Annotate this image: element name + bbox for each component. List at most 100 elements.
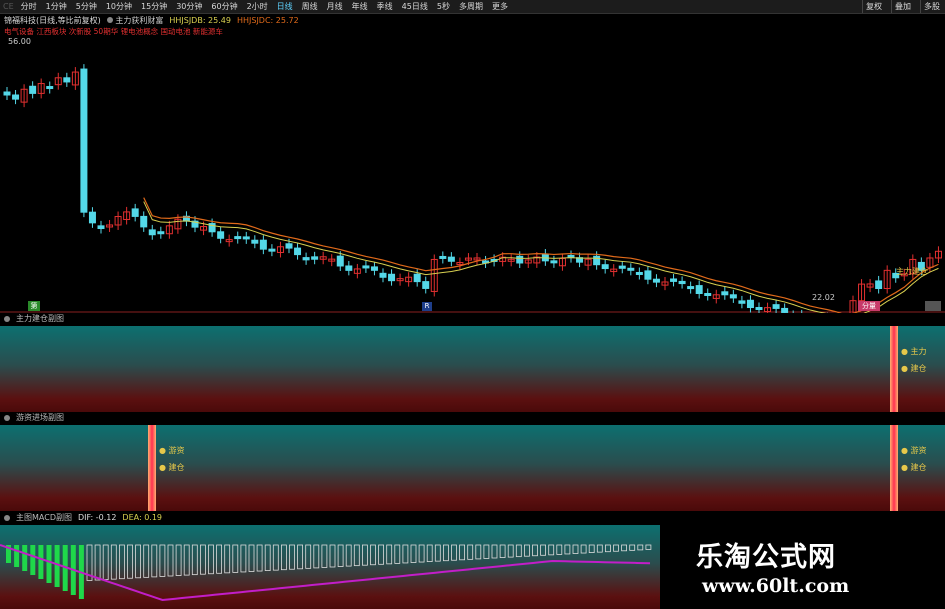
scroll-arrow[interactable] [925, 301, 941, 311]
macd-bar [483, 544, 490, 559]
candle [635, 267, 643, 280]
candle [268, 244, 276, 257]
macd-bar [645, 544, 652, 550]
right-tools: 复权 叠加 多股 [862, 0, 943, 13]
macd-bar [402, 544, 409, 564]
candle [687, 281, 695, 294]
candle [550, 255, 558, 268]
settings-dot-icon[interactable] [4, 515, 10, 521]
tab-period-4[interactable]: 15分钟 [138, 0, 170, 13]
macd-bar [361, 544, 368, 566]
candle [396, 273, 404, 286]
macd-bar [434, 544, 441, 562]
macd-bar [232, 544, 239, 573]
macd-bar [394, 544, 401, 564]
watermark-url: www.60lt.com [702, 575, 850, 597]
tool-button-1[interactable]: 叠加 [891, 0, 914, 13]
macd-bar [532, 544, 538, 557]
left-marker[interactable]: CE [2, 0, 15, 13]
macd-bar [46, 545, 52, 583]
candle [781, 303, 789, 313]
macd-bar [410, 544, 417, 563]
macd-bar [110, 544, 117, 580]
tab-period-12[interactable]: 季线 [374, 0, 396, 13]
indicator-name-row: 主力获利财富 [106, 15, 163, 27]
macd-bar [515, 544, 522, 558]
macd-bar [580, 544, 587, 554]
candle [319, 251, 327, 265]
macd-bar [524, 544, 530, 557]
tab-period-15[interactable]: 多周期 [456, 0, 486, 13]
macd-bar [637, 544, 644, 551]
macd-bar [321, 544, 328, 568]
candle [584, 254, 592, 271]
macd-bar [378, 544, 385, 565]
macd-bar [329, 544, 336, 568]
settings-dot-icon[interactable] [4, 316, 10, 322]
macd-chart [0, 544, 652, 602]
candle [801, 309, 803, 313]
candle [328, 254, 336, 267]
candle [627, 263, 635, 276]
macd-bar [605, 544, 611, 553]
tab-period-8[interactable]: 日线 [274, 0, 296, 13]
tab-period-5[interactable]: 30分钟 [173, 0, 205, 13]
panel1-title: 主力建仓副图 [16, 314, 64, 323]
macd-bar [467, 544, 474, 560]
tab-period-10[interactable]: 月线 [324, 0, 346, 13]
tab-period-2[interactable]: 5分钟 [73, 0, 100, 13]
candle [29, 81, 37, 99]
tab-period-11[interactable]: 年线 [349, 0, 371, 13]
candle [883, 265, 891, 294]
panel1-area[interactable] [0, 326, 945, 412]
candle [353, 263, 361, 279]
macd-bar [248, 544, 255, 572]
macd-bar [175, 544, 182, 576]
candle [20, 84, 28, 108]
macd-bar [540, 544, 546, 556]
tab-period-0[interactable]: 分时 [18, 0, 40, 13]
panel2-signal-right-a: ● 游资 [901, 446, 927, 455]
tool-button-2[interactable]: 多股 [920, 0, 943, 13]
macd-bar [240, 544, 247, 573]
tab-period-6[interactable]: 60分钟 [208, 0, 240, 13]
candle [934, 246, 942, 263]
macd-bar [135, 544, 142, 579]
tab-period-9[interactable]: 周线 [299, 0, 321, 13]
candle [182, 211, 190, 227]
candle [302, 252, 310, 265]
macd-bar [621, 544, 627, 552]
macd-bar [418, 544, 425, 563]
macd-bar [119, 544, 125, 580]
candle [234, 231, 242, 244]
candle [37, 78, 45, 99]
tab-period-14[interactable]: 5秒 [434, 0, 453, 13]
stock-name: 锦福科技(日线,等比前复权) [4, 16, 101, 25]
panel2-signal-bar-right [890, 425, 898, 511]
candle [12, 90, 20, 105]
tab-period-13[interactable]: 45日线 [399, 0, 431, 13]
candle [242, 231, 250, 244]
candle [558, 253, 566, 271]
tab-period-16[interactable]: 更多 [489, 0, 511, 13]
candle [251, 235, 259, 249]
price-high-label: 56.00 [8, 37, 31, 46]
candle [422, 276, 430, 294]
settings-dot-icon[interactable] [106, 17, 113, 23]
tab-period-1[interactable]: 1分钟 [43, 0, 70, 13]
macd-bar [159, 544, 166, 577]
macd-bar [30, 545, 36, 575]
candle [80, 64, 88, 218]
panel2-area[interactable] [0, 425, 945, 511]
candle [507, 254, 515, 267]
panel3-title-row: 主图MACD副图 DIF: -0.12 DEA: 0.19 [4, 513, 162, 523]
candle [106, 219, 114, 232]
tool-button-0[interactable]: 复权 [862, 0, 885, 13]
macd-bar [94, 544, 101, 581]
candle [370, 261, 378, 276]
candle [388, 269, 396, 286]
tab-period-7[interactable]: 2小时 [244, 0, 271, 13]
tab-period-3[interactable]: 10分钟 [103, 0, 135, 13]
main-kline-chart[interactable] [0, 38, 945, 313]
settings-dot-icon[interactable] [4, 415, 10, 421]
